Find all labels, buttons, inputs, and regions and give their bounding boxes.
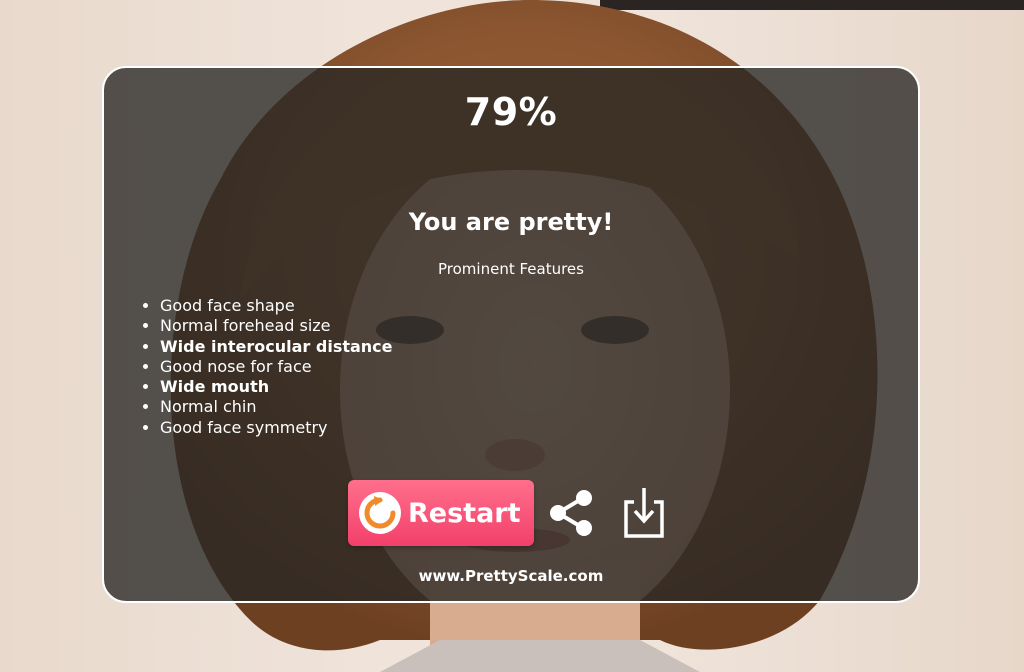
feature-item: Good face symmetry (160, 418, 393, 438)
verdict-heading: You are pretty! (408, 208, 614, 236)
restart-button[interactable]: Restart (348, 480, 534, 546)
result-screen: 79% You are pretty! Prominent Features G… (0, 0, 1024, 672)
restart-label: Restart (408, 497, 521, 529)
restart-icon (359, 492, 401, 534)
features-heading: Prominent Features (438, 260, 584, 278)
feature-item: Good nose for face (160, 357, 393, 377)
result-card: 79% You are pretty! Prominent Features G… (102, 66, 920, 603)
feature-item: Wide interocular distance (160, 337, 393, 357)
features-list: Good face shape Normal forehead size Wid… (142, 296, 393, 438)
feature-item: Wide mouth (160, 377, 393, 397)
share-icon[interactable] (547, 488, 597, 538)
site-url: www.PrettyScale.com (418, 567, 604, 585)
feature-item: Normal forehead size (160, 316, 393, 336)
feature-item: Normal chin (160, 397, 393, 417)
beauty-score: 79% (464, 90, 558, 134)
download-icon[interactable] (620, 484, 668, 540)
action-bar: Restart (104, 478, 918, 546)
feature-item: Good face shape (160, 296, 393, 316)
